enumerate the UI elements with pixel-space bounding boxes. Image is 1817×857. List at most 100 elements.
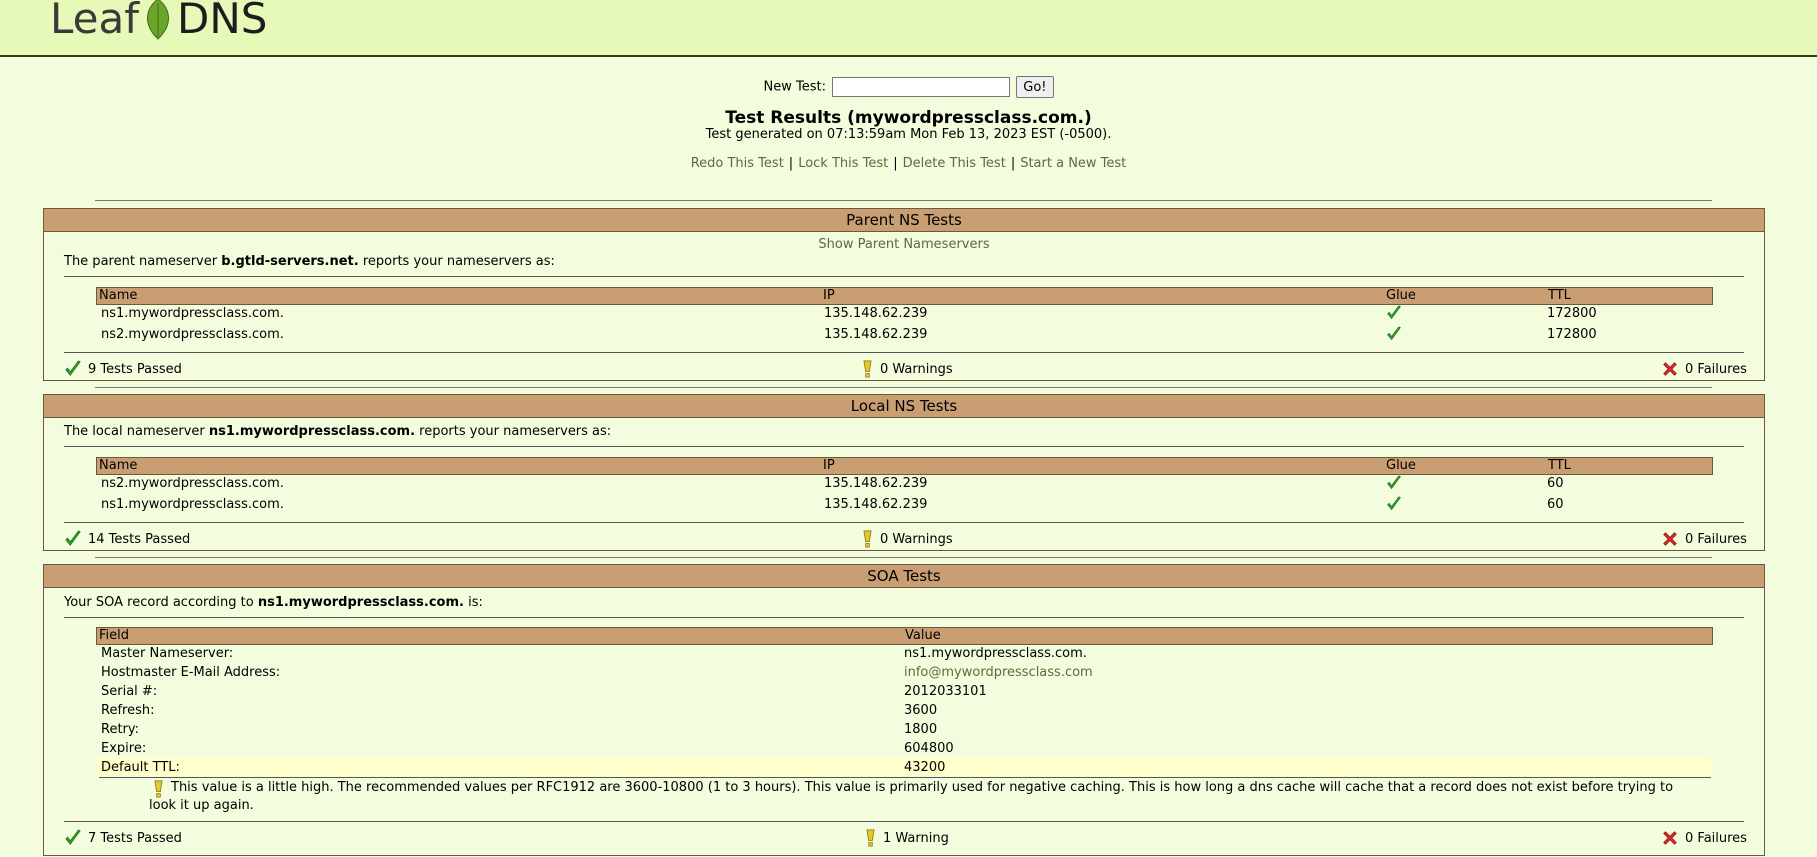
section-title: SOA Tests bbox=[44, 565, 1764, 588]
generated-timestamp: Test generated on 07:13:59am Mon Feb 13,… bbox=[705, 127, 1112, 142]
intro-text: Your SOA record according to bbox=[64, 595, 258, 610]
new-test-form: New Test: Go! bbox=[0, 76, 1817, 98]
x-icon bbox=[1661, 829, 1679, 847]
ns-ttl: 172800 bbox=[1547, 327, 1597, 342]
tests-passed: 9 Tests Passed bbox=[64, 360, 182, 378]
ns-name: ns2.mywordpressclass.com. bbox=[101, 476, 284, 491]
tests-passed: 7 Tests Passed bbox=[64, 829, 182, 847]
failures-count: 0 Failures bbox=[1685, 531, 1747, 547]
failures-count: 0 Failures bbox=[1685, 361, 1747, 377]
ns-name: ns1.mywordpressclass.com. bbox=[101, 497, 284, 512]
parent-intro: The parent nameserver b.gtld-servers.net… bbox=[64, 254, 555, 269]
table-header: Field Value bbox=[96, 627, 1713, 645]
local-ns-section: Local NS Tests The local nameserver ns1.… bbox=[43, 394, 1765, 551]
section-title: Parent NS Tests bbox=[44, 209, 1764, 232]
divider bbox=[64, 446, 1744, 447]
tests-passed: 14 Tests Passed bbox=[64, 530, 190, 548]
warnings-count: 1 Warning bbox=[883, 830, 949, 846]
divider bbox=[64, 276, 1744, 277]
check-icon bbox=[1386, 475, 1402, 491]
column-ip: IP bbox=[823, 458, 835, 473]
intro-text: reports your nameservers as: bbox=[415, 424, 612, 439]
check-icon bbox=[64, 530, 82, 548]
separator: | bbox=[788, 156, 794, 171]
table-header: Name IP Glue TTL bbox=[96, 287, 1713, 305]
leaf-icon bbox=[147, 0, 170, 40]
soa-section: SOA Tests Your SOA record according to n… bbox=[43, 564, 1765, 856]
soa-value: 3600 bbox=[904, 703, 938, 718]
section-title: Local NS Tests bbox=[44, 395, 1764, 418]
soa-value: 43200 bbox=[904, 760, 946, 775]
ns-ip: 135.148.62.239 bbox=[824, 306, 928, 321]
nameserver-host: ns1.mywordpressclass.com. bbox=[208, 424, 416, 439]
logo-text-right: DNS bbox=[177, 0, 268, 43]
check-icon bbox=[64, 360, 82, 378]
divider bbox=[64, 617, 1744, 618]
new-test-link[interactable]: Start a New Test bbox=[1020, 156, 1126, 171]
soa-field: Master Nameserver: bbox=[101, 646, 234, 661]
leafdns-logo[interactable]: Leaf DNS bbox=[50, 0, 267, 44]
check-icon bbox=[64, 829, 82, 847]
nameserver-host: ns1.mywordpressclass.com. bbox=[257, 595, 464, 610]
divider bbox=[64, 522, 1744, 523]
column-name: Name bbox=[99, 288, 138, 303]
ns-ttl: 60 bbox=[1547, 476, 1564, 491]
passed-count: 7 Tests Passed bbox=[88, 830, 182, 846]
column-value: Value bbox=[905, 628, 941, 643]
divider bbox=[64, 352, 1744, 353]
warnings: 0 Warnings bbox=[861, 530, 953, 548]
warnings: 1 Warning bbox=[864, 829, 949, 847]
ns-name: ns1.mywordpressclass.com. bbox=[101, 306, 284, 321]
table-header: Name IP Glue TTL bbox=[96, 457, 1713, 475]
parent-ns-section: Parent NS Tests Show Parent Nameservers … bbox=[43, 208, 1765, 381]
column-name: Name bbox=[99, 458, 138, 473]
ns-ttl: 60 bbox=[1547, 497, 1564, 512]
show-parent-nameservers-link[interactable]: Show Parent Nameservers bbox=[818, 237, 989, 252]
column-field: Field bbox=[99, 628, 130, 643]
go-button[interactable]: Go! bbox=[1016, 76, 1054, 98]
soa-field: Serial #: bbox=[101, 684, 158, 699]
divider bbox=[64, 821, 1744, 822]
hostmaster-email-link[interactable]: info@mywordpressclass.com bbox=[904, 665, 1093, 680]
passed-count: 9 Tests Passed bbox=[88, 361, 182, 377]
separator: | bbox=[893, 156, 898, 171]
redo-test-link[interactable]: Redo This Test bbox=[691, 156, 784, 171]
intro-text: The local nameserver bbox=[64, 424, 209, 439]
divider bbox=[95, 557, 1712, 558]
test-actions: Redo This Test | Lock This Test | Delete Thi… bbox=[0, 156, 1817, 171]
x-icon bbox=[1661, 530, 1679, 548]
delete-test-link[interactable]: Delete This Test bbox=[903, 156, 1006, 171]
soa-value: 604800 bbox=[904, 741, 954, 756]
soa-intro: Your SOA record according to ns1.mywordp… bbox=[64, 595, 483, 610]
warning-icon bbox=[861, 360, 874, 378]
new-test-label: New Test: bbox=[763, 79, 826, 95]
check-icon bbox=[1386, 496, 1402, 512]
new-test-input[interactable] bbox=[832, 77, 1011, 97]
nameserver-host: b.gtld-servers.net. bbox=[221, 254, 359, 269]
soa-value: ns1.mywordpressclass.com. bbox=[904, 646, 1087, 661]
divider bbox=[99, 777, 1711, 778]
column-ttl: TTL bbox=[1548, 458, 1571, 473]
check-icon bbox=[1386, 326, 1402, 342]
warnings: 0 Warnings bbox=[861, 360, 953, 378]
soa-value: 2012033101 bbox=[904, 684, 987, 699]
warning-icon bbox=[864, 829, 877, 847]
intro-text: The parent nameserver bbox=[64, 254, 222, 269]
column-glue: Glue bbox=[1386, 288, 1416, 303]
failures: 0 Failures bbox=[1661, 530, 1747, 548]
lock-test-link[interactable]: Lock This Test bbox=[798, 156, 888, 171]
ns-ip: 135.148.62.239 bbox=[824, 327, 928, 342]
ns-ip: 135.148.62.239 bbox=[824, 476, 928, 491]
soa-field: Refresh: bbox=[101, 703, 155, 718]
results-title: Test Results (mywordpressclass.com.) bbox=[725, 108, 1092, 128]
warnings-count: 0 Warnings bbox=[880, 361, 953, 377]
failures: 0 Failures bbox=[1661, 829, 1747, 847]
failures: 0 Failures bbox=[1661, 360, 1747, 378]
ns-name: ns2.mywordpressclass.com. bbox=[101, 327, 284, 342]
warning-icon bbox=[861, 530, 874, 548]
intro-text: is: bbox=[463, 595, 483, 610]
soa-field: Retry: bbox=[101, 722, 140, 737]
divider bbox=[95, 387, 1712, 388]
column-ttl: TTL bbox=[1548, 288, 1571, 303]
intro-text: reports your nameservers as: bbox=[358, 254, 555, 269]
